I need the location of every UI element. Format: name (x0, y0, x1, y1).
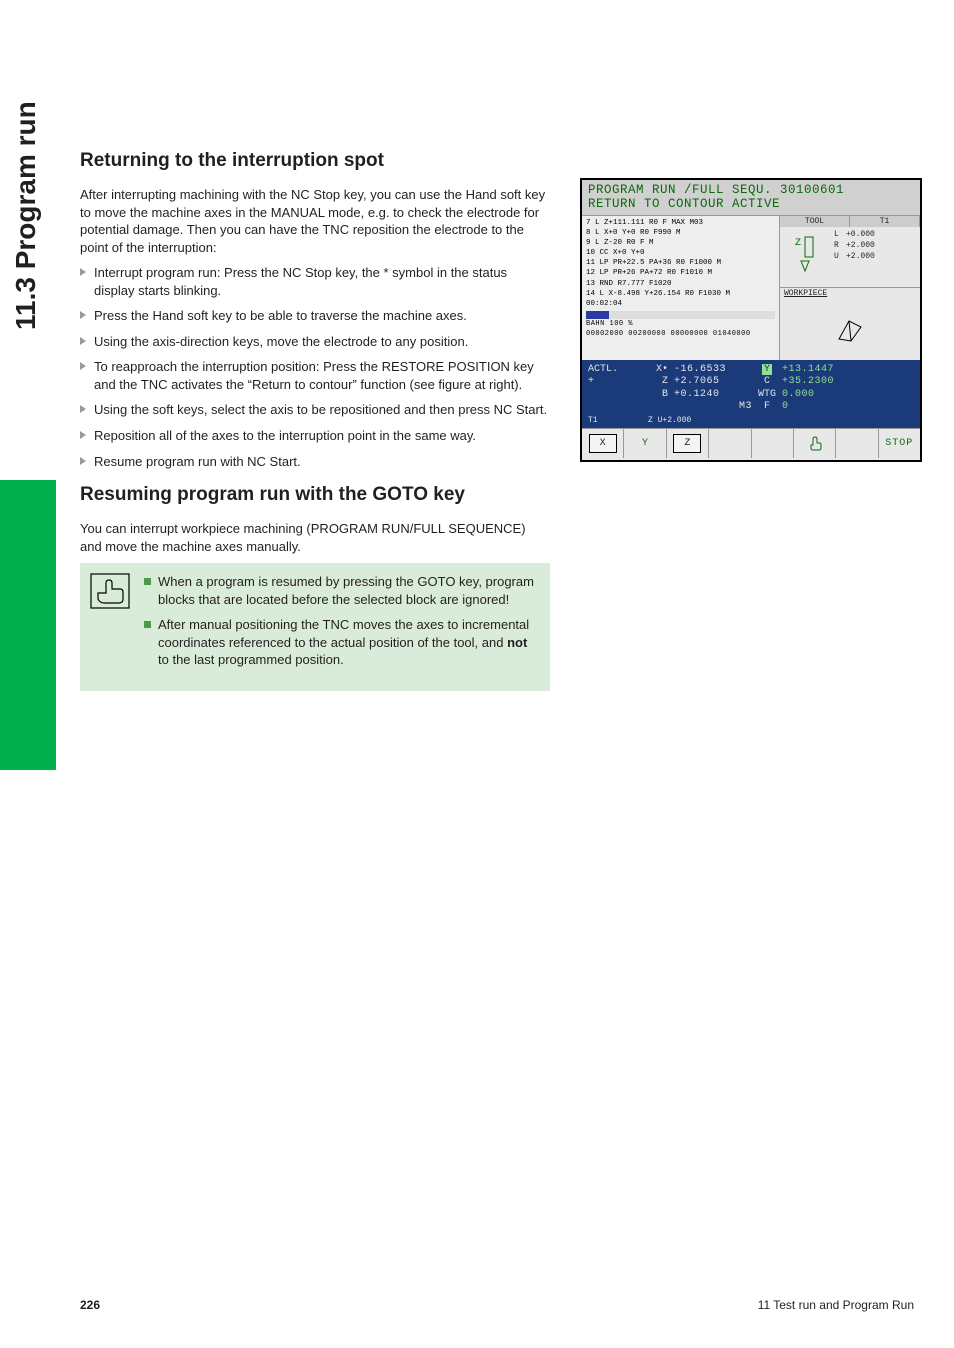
svg-text:Z: Z (795, 238, 801, 249)
return-steps: Interrupt program run: Press the NC Stop… (80, 264, 550, 470)
side-tab: 11.3 Program run (0, 160, 56, 770)
nc-line: 00:02:04 (586, 299, 775, 309)
axis-value: +13.1447 (782, 364, 862, 377)
page-footer: 226 11 Test run and Program Run (80, 1298, 914, 1312)
nc-line: 7 L Z+111.111 R0 F MAX M03 (586, 218, 775, 228)
axis-name: Z (648, 376, 674, 389)
nc-line: 13 RND R7.777 F1020 (586, 279, 775, 289)
note-box: When a program is resumed by pressing th… (80, 563, 550, 691)
progress-bar (586, 311, 775, 319)
tool-offset: Z U+2.000 (648, 416, 758, 425)
feed-value: 0 (782, 401, 862, 414)
actual-position-strip: ACTL. X• -16.6533 Y +13.1447 + Z +2.7065… (582, 360, 920, 416)
nc-line: 9 L Z-20 R0 F M (586, 238, 775, 248)
heading-goto: Resuming program run with the GOTO key (80, 484, 550, 506)
note-item: When a program is resumed by pressing th… (144, 573, 536, 608)
note-text: When a program is resumed by pressing th… (158, 574, 534, 607)
softkey-row: X Y Z STOP (582, 428, 920, 458)
main-content: Returning to the interruption spot After… (80, 150, 550, 691)
axis-name: WTG (752, 389, 782, 402)
m-code: M3 (674, 401, 752, 414)
tool-tab: TOOL (780, 216, 850, 227)
z-axis-icon: Z (780, 227, 830, 288)
axis-name-highlight: Y (762, 364, 772, 375)
feed-label: F (752, 401, 782, 414)
para-goto-intro: You can interrupt workpiece machining (P… (80, 520, 550, 555)
softkey-x[interactable]: X (589, 434, 617, 453)
side-tab-accent (0, 480, 56, 770)
nc-line: 12 LP PR+26 PA+72 R0 F1010 M (586, 268, 775, 278)
tool-panel: TOOL T1 Z L+0.000 R+2.000 U+2.000 WORKP (780, 216, 920, 360)
axis-value: +35.2300 (782, 376, 862, 389)
note-item: After manual positioning the TNC moves t… (144, 616, 536, 669)
list-item: Reposition all of the axes to the interr… (80, 427, 550, 445)
page-number: 226 (80, 1298, 100, 1312)
workpiece-label: WORKPIECE (780, 287, 920, 299)
nc-line: 14 L X-8.498 Y+26.154 R0 F1030 M (586, 289, 775, 299)
actl-label: ACTL. (588, 364, 648, 377)
tnc-screenshot: PROGRAM RUN /FULL SEQU. 30100601 RETURN … (580, 178, 922, 462)
list-item: Using the axis-direction keys, move the … (80, 333, 550, 351)
tool-id: T1 (850, 216, 920, 227)
softkey-z[interactable]: Z (673, 434, 701, 453)
list-item: Resume program run with NC Start. (80, 453, 550, 471)
axis-value: +2.7065 (674, 376, 752, 389)
heading-return: Returning to the interruption spot (80, 150, 550, 172)
nc-line: 8 L X+0 Y+0 R0 F990 M (586, 228, 775, 238)
progress-nums: 00002000 00200000 00000000 01040000 (586, 330, 775, 339)
note-bold: not (507, 635, 527, 650)
screenshot-titlebar: PROGRAM RUN /FULL SEQU. 30100601 RETURN … (582, 180, 920, 216)
para-return-intro: After interrupting machining with the NC… (80, 186, 550, 256)
list-item: Press the Hand soft key to be able to tr… (80, 307, 550, 325)
axis-name: C (752, 376, 782, 389)
axis-name: X• (648, 364, 674, 377)
axis-value: -16.6533 (674, 364, 752, 377)
list-item: Using the soft keys, select the axis to … (80, 401, 550, 419)
note-list: When a program is resumed by pressing th… (144, 573, 536, 677)
nc-line: 10 CC X+0 Y+0 (586, 248, 775, 258)
softkey-stop[interactable]: STOP (885, 438, 913, 449)
nc-line: 11 LP PR+22.5 PA+36 R0 F1000 M (586, 258, 775, 268)
substrip: T1 Z U+2.000 (582, 416, 920, 428)
workpiece-graphic (780, 299, 920, 360)
axis-value: 0.000 (782, 389, 862, 402)
note-hand-icon (90, 573, 130, 609)
softkey-hand-icon[interactable] (794, 429, 836, 458)
softkey-y[interactable]: Y (632, 435, 658, 452)
tool-values: L+0.000 R+2.000 U+2.000 (830, 227, 920, 288)
progress-label: BAHN 100 % (586, 320, 775, 329)
nc-code-panel: 7 L Z+111.111 R0 F MAX M03 8 L X+0 Y+0 R… (582, 216, 780, 360)
list-item: Interrupt program run: Press the NC Stop… (80, 264, 550, 299)
list-item: To reapproach the interruption position:… (80, 358, 550, 393)
axis-name: B (648, 389, 674, 402)
title-line-1: PROGRAM RUN /FULL SEQU. 30100601 (588, 183, 914, 197)
note-text: After manual positioning the TNC moves t… (158, 617, 529, 650)
side-tab-label: 11.3 Program run (10, 101, 42, 330)
note-text: to the last programmed position. (158, 652, 344, 667)
chapter-title: 11 Test run and Program Run (758, 1298, 914, 1312)
axis-value: +0.1240 (674, 389, 752, 402)
tool-id: T1 (588, 416, 648, 425)
title-line-2: RETURN TO CONTOUR ACTIVE (588, 197, 914, 211)
